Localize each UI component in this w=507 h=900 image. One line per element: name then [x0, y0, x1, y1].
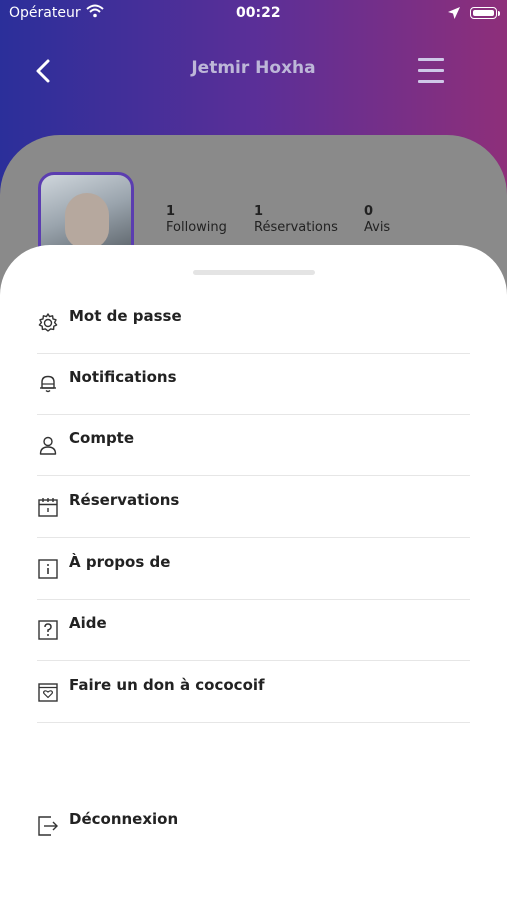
menu-item-donate[interactable]: Faire un don à cococoif	[37, 662, 470, 723]
menu-item-label: Notifications	[69, 368, 177, 386]
menu-item-account[interactable]: Compte	[37, 415, 470, 476]
battery-icon	[470, 7, 497, 19]
menu-item-help[interactable]: Aide	[37, 600, 470, 661]
carrier-label: Opérateur	[9, 5, 81, 21]
stat-value: 0	[364, 204, 374, 219]
menu-item-label: Compte	[69, 429, 135, 447]
menu-item-notifications[interactable]: Notifications	[37, 354, 470, 415]
menu-item-label: Déconnexion	[69, 810, 179, 828]
stat-following[interactable]: 1 Following	[166, 204, 227, 236]
donate-icon	[38, 683, 58, 702]
stat-label: Avis	[364, 220, 391, 235]
menu-item-reservations[interactable]: Réservations	[37, 477, 470, 538]
stat-value: 1	[166, 204, 176, 219]
menu-item-label: Faire un don à cococoif	[69, 676, 265, 694]
logout-button[interactable]: Déconnexion	[37, 796, 470, 857]
menu-item-password[interactable]: Mot de passe	[37, 293, 470, 354]
logout-icon	[38, 816, 58, 836]
user-icon	[39, 436, 57, 455]
info-icon	[38, 559, 58, 579]
clock: 00:22	[236, 5, 281, 21]
stat-label: Réservations	[254, 220, 338, 235]
hamburger-line	[418, 58, 444, 61]
help-icon	[38, 620, 58, 640]
settings-sheet: Mot de passe Notifications Compte Réserv…	[0, 245, 507, 900]
sheet-grabber[interactable]	[193, 270, 315, 275]
menu-item-label: Mot de passe	[69, 307, 182, 325]
stat-reservations[interactable]: 1 Réservations	[254, 204, 338, 236]
avatar-face	[65, 193, 109, 249]
stat-label: Following	[166, 220, 227, 235]
menu-item-label: Aide	[69, 614, 107, 632]
menu-item-label: Réservations	[69, 491, 180, 509]
menu-item-label: À propos de	[69, 553, 171, 571]
status-bar: Opérateur 00:22	[0, 0, 507, 28]
stat-reviews[interactable]: 0 Avis	[364, 204, 390, 236]
gear-icon	[38, 313, 58, 332]
menu-item-about[interactable]: À propos de	[37, 539, 470, 600]
stat-value: 1	[254, 204, 264, 219]
location-arrow-icon	[448, 7, 460, 19]
hamburger-line	[418, 80, 444, 83]
wifi-icon	[86, 4, 104, 18]
bell-icon	[40, 375, 56, 393]
battery-tip	[498, 11, 500, 16]
hamburger-menu-button[interactable]	[418, 58, 446, 86]
hamburger-line	[418, 69, 444, 72]
calendar-icon	[38, 498, 58, 517]
